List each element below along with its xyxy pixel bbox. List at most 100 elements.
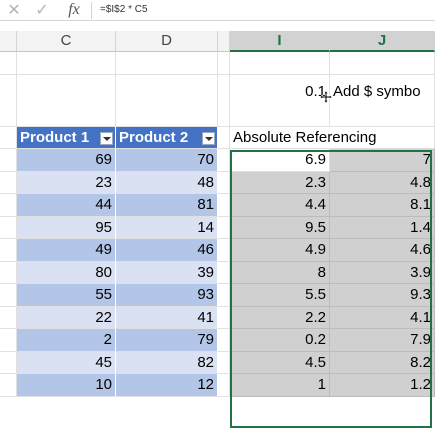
column-header-d[interactable]: D — [116, 31, 218, 52]
cell[interactable] — [0, 216, 17, 239]
formula-bar: ✕ ✓ fx =$I$2 * C5 — [0, 0, 435, 21]
product-2-cell[interactable]: 39 — [116, 261, 218, 284]
product-2-cell[interactable]: 81 — [116, 194, 218, 217]
cell[interactable] — [116, 52, 218, 75]
absolute-i-cell[interactable]: 5.5 — [230, 284, 330, 307]
cell[interactable] — [218, 52, 230, 75]
product-2-cell[interactable]: 41 — [116, 306, 218, 329]
absolute-i-cell[interactable]: 4.9 — [230, 239, 330, 262]
absolute-j-cell[interactable]: 8.1 — [330, 194, 435, 217]
filter-dropdown-icon[interactable] — [202, 131, 215, 145]
rate-note-cell[interactable]: Add $ symbo — [330, 74, 435, 127]
absolute-j-cell[interactable]: 3.9 — [330, 261, 435, 284]
product-1-cell[interactable]: 22 — [17, 306, 116, 329]
header-product-2-label: Product 2 — [119, 128, 189, 146]
cell[interactable] — [0, 239, 17, 262]
cell[interactable] — [0, 126, 17, 149]
absolute-i-cell[interactable]: 9.5 — [230, 216, 330, 239]
absolute-j-cell[interactable]: 4.1 — [330, 306, 435, 329]
absolute-j-cell[interactable]: 8.2 — [330, 351, 435, 374]
cell[interactable] — [218, 284, 230, 307]
absolute-i-cell[interactable]: 8 — [230, 261, 330, 284]
cell[interactable] — [0, 284, 17, 307]
product-1-cell[interactable]: 2 — [17, 329, 116, 352]
cell[interactable] — [330, 52, 435, 75]
column-header-c[interactable]: C — [17, 31, 116, 52]
cell[interactable] — [218, 126, 230, 149]
cell[interactable] — [218, 171, 230, 194]
absolute-j-cell[interactable]: 9.3 — [330, 284, 435, 307]
close-icon[interactable]: ✕ — [2, 0, 26, 21]
product-2-cell[interactable]: 14 — [116, 216, 218, 239]
cell[interactable] — [218, 239, 230, 262]
cell[interactable] — [218, 194, 230, 217]
product-2-cell[interactable]: 79 — [116, 329, 218, 352]
absolute-j-cell[interactable]: 7 — [330, 149, 435, 172]
absolute-j-cell[interactable]: 4.6 — [330, 239, 435, 262]
absolute-i-cell[interactable]: 4.5 — [230, 351, 330, 374]
product-1-cell[interactable]: 23 — [17, 171, 116, 194]
absolute-j-cell[interactable]: 7.9 — [330, 329, 435, 352]
column-header-j[interactable]: J — [330, 31, 435, 52]
formula-bar-divider — [91, 2, 92, 19]
checkmark-icon[interactable]: ✓ — [30, 0, 54, 21]
product-1-cell[interactable]: 95 — [17, 216, 116, 239]
absolute-i-cell[interactable]: 2.3 — [230, 171, 330, 194]
absolute-j-cell[interactable]: 4.8 — [330, 171, 435, 194]
cell[interactable] — [116, 74, 218, 127]
cell[interactable] — [17, 52, 116, 75]
filter-dropdown-icon[interactable] — [100, 131, 113, 145]
cell[interactable] — [0, 329, 17, 352]
cell[interactable] — [218, 329, 230, 352]
product-1-cell[interactable]: 80 — [17, 261, 116, 284]
cell[interactable] — [218, 374, 230, 397]
header-product-1[interactable]: Product 1 — [17, 126, 116, 149]
product-2-cell[interactable]: 48 — [116, 171, 218, 194]
header-product-2[interactable]: Product 2 — [116, 126, 218, 149]
cell[interactable] — [0, 52, 17, 75]
absolute-i-cell[interactable]: 2.2 — [230, 306, 330, 329]
table-row: 22 41 2.2 4.1 — [0, 306, 435, 329]
cell[interactable] — [0, 74, 17, 127]
absolute-i-cell[interactable]: 4.4 — [230, 194, 330, 217]
product-2-cell[interactable]: 46 — [116, 239, 218, 262]
cell[interactable] — [218, 306, 230, 329]
product-1-cell[interactable]: 10 — [17, 374, 116, 397]
absolute-i-cell[interactable]: 6.9 — [230, 149, 330, 172]
column-header-hidden[interactable] — [218, 31, 230, 52]
cell[interactable] — [0, 374, 17, 397]
product-1-cell[interactable]: 69 — [17, 149, 116, 172]
absolute-j-cell[interactable]: 1.2 — [330, 374, 435, 397]
cell[interactable] — [218, 351, 230, 374]
fx-icon[interactable]: fx — [63, 0, 85, 21]
cell[interactable] — [0, 306, 17, 329]
absolute-j-cell[interactable]: 1.4 — [330, 216, 435, 239]
product-2-cell[interactable]: 82 — [116, 351, 218, 374]
product-1-cell[interactable]: 49 — [17, 239, 116, 262]
cell[interactable] — [0, 351, 17, 374]
cell[interactable] — [230, 52, 330, 75]
rate-cell[interactable]: 0.1 — [230, 74, 330, 127]
product-1-cell[interactable]: 45 — [17, 351, 116, 374]
product-1-cell[interactable]: 55 — [17, 284, 116, 307]
product-2-cell[interactable]: 70 — [116, 149, 218, 172]
formula-input[interactable]: =$I$2 * C5 — [100, 0, 148, 21]
product-1-cell[interactable]: 44 — [17, 194, 116, 217]
product-2-cell[interactable]: 12 — [116, 374, 218, 397]
table-row: 49 46 4.9 4.6 — [0, 239, 435, 262]
absolute-referencing-label[interactable]: Absolute Referencing — [230, 126, 435, 149]
cell[interactable] — [0, 171, 17, 194]
column-header-b[interactable] — [0, 31, 17, 52]
product-2-cell[interactable]: 93 — [116, 284, 218, 307]
column-header-i[interactable]: I — [230, 31, 330, 52]
cell[interactable] — [0, 194, 17, 217]
cell[interactable] — [218, 149, 230, 172]
cell[interactable] — [218, 74, 230, 127]
cell[interactable] — [17, 74, 116, 127]
cell[interactable] — [218, 216, 230, 239]
cell[interactable] — [218, 261, 230, 284]
cell[interactable] — [0, 261, 17, 284]
absolute-i-cell[interactable]: 1 — [230, 374, 330, 397]
absolute-i-cell[interactable]: 0.2 — [230, 329, 330, 352]
cell[interactable] — [0, 149, 17, 172]
